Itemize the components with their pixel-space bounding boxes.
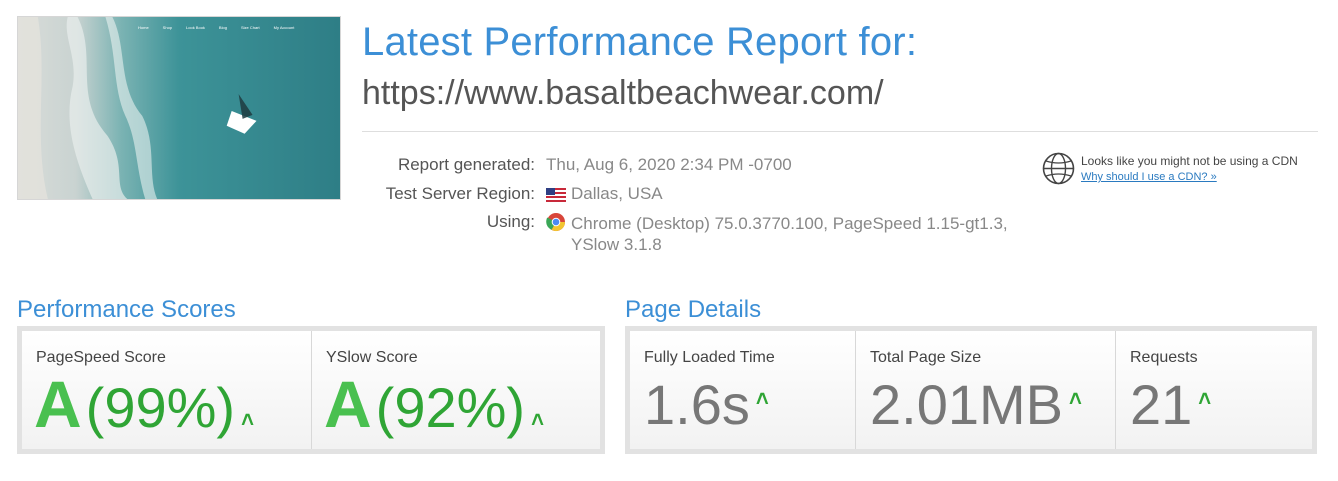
site-thumbnail: Home Shop Look Book Blog Size Chart My A… (17, 16, 341, 200)
performance-scores-title: Performance Scores (17, 296, 236, 323)
globe-icon (1042, 152, 1075, 185)
requests-label: Requests (1130, 349, 1198, 366)
chevron-up-icon: ˄ (755, 386, 769, 411)
requests-number: 21 (1130, 373, 1193, 436)
thumbnail-nav-item: Size Chart (240, 25, 260, 30)
yslow-grade: A (92%) ˄ (324, 371, 544, 437)
performance-scores-panel: PageSpeed Score A (99%) ˄ YSlow Score A … (17, 326, 605, 454)
test-region-text: Dallas, USA (571, 184, 663, 203)
thumbnail-nav-item: My Account (273, 25, 295, 30)
page-details-panel: Fully Loaded Time 1.6s ˄ Total Page Size … (625, 326, 1317, 454)
pagespeed-score-card[interactable]: PageSpeed Score A (99%) ˄ (22, 331, 312, 449)
requests-value: 21 ˄ (1130, 377, 1211, 433)
test-region-value: Dallas, USA (546, 184, 663, 207)
report-url[interactable]: https://www.basaltbeachwear.com/ (362, 74, 884, 113)
thumbnail-nav-item: Look Book (186, 25, 205, 30)
cdn-info-link[interactable]: Why should I use a CDN? » (1081, 171, 1217, 183)
total-page-size-card[interactable]: Total Page Size 2.01MB ˄ (856, 331, 1116, 449)
thumbnail-nav: Home Shop Look Book Blog Size Chart My A… (138, 25, 294, 30)
total-page-size-number: 2.01MB (870, 373, 1063, 436)
total-page-size-label: Total Page Size (870, 349, 982, 366)
using-label: Using: (486, 212, 535, 231)
fully-loaded-time-label: Fully Loaded Time (644, 349, 775, 366)
chevron-up-icon: ˄ (241, 407, 254, 432)
yslow-score-label: YSlow Score (326, 349, 418, 366)
pagespeed-grade: A (99%) ˄ (34, 371, 254, 437)
pagespeed-grade-letter: A (34, 367, 82, 441)
yslow-grade-percent: (92%) (375, 376, 526, 439)
using-value: Chrome (Desktop) 75.0.3770.100, PageSpee… (546, 212, 1008, 237)
thumbnail-nav-item: Shop (162, 25, 173, 30)
chrome-icon (546, 212, 566, 237)
fully-loaded-time-number: 1.6s (644, 373, 750, 436)
report-title: Latest Performance Report for: (362, 20, 918, 64)
total-page-size-value: 2.01MB ˄ (870, 377, 1082, 433)
header-divider (362, 131, 1318, 132)
cdn-message: Looks like you might not be using a CDN (1081, 154, 1298, 168)
pagespeed-score-label: PageSpeed Score (36, 349, 166, 366)
report-generated-value: Thu, Aug 6, 2020 2:34 PM -0700 (546, 155, 792, 174)
chevron-up-icon: ˄ (1198, 386, 1212, 411)
pagespeed-grade-percent: (99%) (85, 376, 236, 439)
fully-loaded-time-card[interactable]: Fully Loaded Time 1.6s ˄ (630, 331, 856, 449)
page-details-title: Page Details (625, 296, 762, 323)
using-text-line1: Chrome (Desktop) 75.0.3770.100, PageSpee… (571, 214, 1008, 233)
yslow-score-card[interactable]: YSlow Score A (92%) ˄ (312, 331, 600, 449)
fully-loaded-time-value: 1.6s ˄ (644, 377, 769, 433)
thumbnail-nav-item: Home (138, 25, 149, 30)
thumbnail-nav-item: Blog (218, 25, 227, 30)
using-text-line2: YSlow 3.1.8 (571, 235, 662, 254)
chevron-up-icon: ˄ (1069, 386, 1082, 411)
yslow-grade-letter: A (324, 367, 372, 441)
us-flag-icon (546, 187, 566, 207)
chevron-up-icon: ˄ (531, 407, 544, 432)
report-generated-label: Report generated: (397, 155, 535, 174)
test-region-label: Test Server Region: (385, 184, 535, 203)
requests-card[interactable]: Requests 21 ˄ (1116, 331, 1312, 449)
